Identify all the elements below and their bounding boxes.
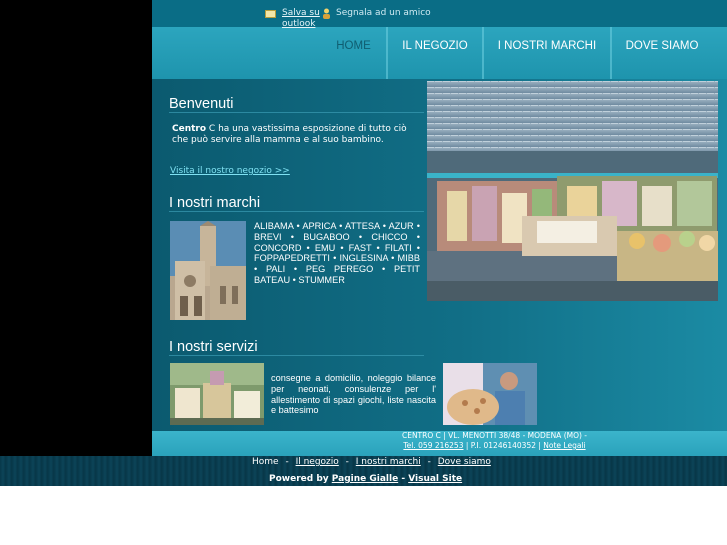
visit-store-link[interactable]: Visita il nostro negozio >> bbox=[170, 166, 290, 176]
footer-separator: - bbox=[345, 457, 349, 467]
divider bbox=[169, 112, 424, 113]
phone-link[interactable]: Tel. 059 216253 bbox=[403, 441, 463, 450]
nav-il-negozio[interactable]: IL NEGOZIO bbox=[388, 27, 482, 79]
services-text: consegne a domicilio, noleggio bilance p… bbox=[271, 373, 436, 416]
mail-icon bbox=[265, 10, 276, 18]
footer-links: Home - Il negozio - I nostri marchi - Do… bbox=[252, 457, 495, 467]
contact-line: Tel. 059 216253 | P.I. 01246140352 | Not… bbox=[152, 441, 727, 450]
welcome-brand: Centro bbox=[172, 124, 207, 134]
gifts-photo bbox=[170, 363, 264, 425]
footer-link-negozio[interactable]: Il negozio bbox=[296, 457, 339, 467]
address-line: CENTRO C | VL. MENOTTI 38/48 - MODENA (M… bbox=[401, 431, 588, 440]
footer-link-marchi[interactable]: I nostri marchi bbox=[356, 457, 421, 467]
footer-separator: - bbox=[285, 457, 289, 467]
tell-friend-link[interactable]: Segnala ad un amico bbox=[336, 8, 431, 18]
footer-separator: - bbox=[427, 457, 431, 467]
legal-notes-link[interactable]: Note Legali bbox=[543, 441, 585, 450]
person-icon bbox=[323, 8, 330, 19]
page: Salva su outlook Segnala ad un amico HOM… bbox=[0, 0, 727, 545]
visual-site-link[interactable]: Visual Site bbox=[408, 474, 462, 484]
nav-home[interactable]: HOME bbox=[322, 27, 385, 79]
powered-by-label: Powered by bbox=[269, 474, 329, 484]
brands-title: I nostri marchi bbox=[169, 195, 261, 211]
top-strip bbox=[152, 0, 727, 27]
welcome-body: C ha una vastissima esposizione di tutto… bbox=[172, 124, 407, 145]
footer-link-dove-siamo[interactable]: Dove siamo bbox=[438, 457, 491, 467]
nav-dove-siamo[interactable]: DOVE SIAMO bbox=[612, 27, 712, 79]
footer-link-home[interactable]: Home bbox=[252, 457, 279, 467]
left-margin bbox=[0, 0, 152, 456]
cathedral-photo bbox=[170, 221, 246, 320]
divider bbox=[169, 355, 424, 356]
nav-i-nostri-marchi[interactable]: I NOSTRI MARCHI bbox=[484, 27, 610, 79]
brands-list: ALIBAMA • APRICA • ATTESA • AZUR • BREVI… bbox=[254, 221, 420, 285]
save-outlook-link[interactable]: Salva su outlook bbox=[282, 8, 326, 30]
powered-by: Powered by Pagine Gialle - Visual Site bbox=[269, 474, 462, 484]
pagine-gialle-link[interactable]: Pagine Gialle bbox=[332, 474, 398, 484]
store-photo bbox=[427, 81, 718, 301]
services-title: I nostri servizi bbox=[169, 339, 258, 355]
divider bbox=[169, 211, 424, 212]
vat-number: | P.I. 01246140352 | bbox=[465, 441, 541, 450]
welcome-title: Benvenuti bbox=[169, 96, 234, 112]
welcome-text: Centro C ha una vastissima esposizione d… bbox=[172, 124, 422, 146]
consultant-photo bbox=[443, 363, 537, 425]
